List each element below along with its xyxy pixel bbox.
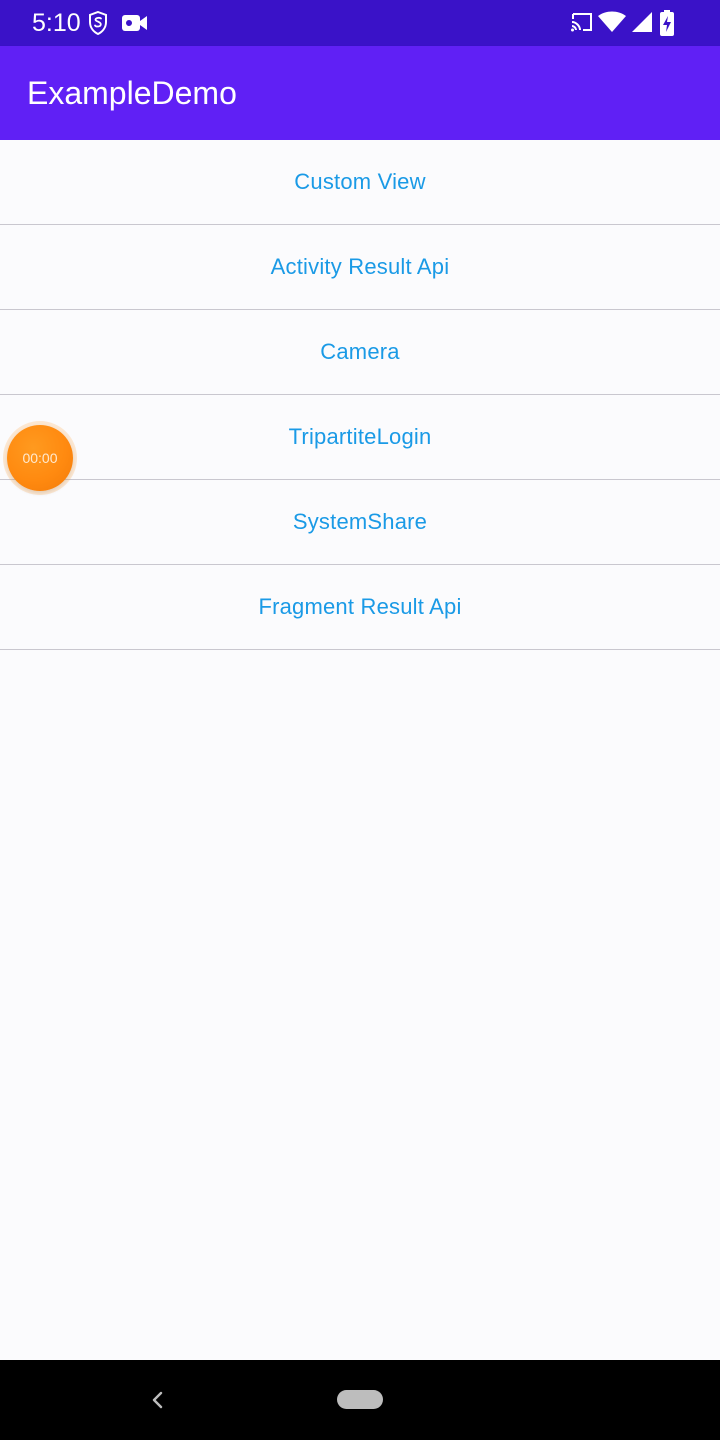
- menu-item-tripartite-login[interactable]: TripartiteLogin: [0, 395, 720, 480]
- menu-item-label: Fragment Result Api: [258, 594, 462, 619]
- status-bar: 5:10: [0, 0, 720, 46]
- menu-item-activity-result-api[interactable]: Activity Result Api: [0, 225, 720, 310]
- home-pill-icon[interactable]: [337, 1390, 383, 1409]
- app-bar: ExampleDemo: [0, 46, 720, 140]
- menu-list: Custom View Activity Result Api Camera T…: [0, 140, 720, 650]
- menu-item-label: Custom View: [294, 169, 426, 194]
- menu-item-label: SystemShare: [292, 509, 428, 534]
- navigation-bar: [0, 1360, 720, 1440]
- battery-charging-icon: [660, 10, 674, 36]
- menu-item-system-share[interactable]: SystemShare: [0, 480, 720, 565]
- s-shield-icon: [89, 11, 107, 35]
- cast-icon: [571, 13, 592, 32]
- menu-item-label: Camera: [320, 339, 400, 364]
- menu-item-label: TripartiteLogin: [288, 424, 432, 449]
- wifi-icon: [598, 11, 626, 32]
- screen-recorder-bubble[interactable]: 00:00: [7, 425, 73, 491]
- menu-item-fragment-result-api[interactable]: Fragment Result Api: [0, 565, 720, 650]
- menu-item-camera[interactable]: Camera: [0, 310, 720, 395]
- back-icon[interactable]: [148, 1388, 168, 1412]
- screen: 5:10 ExampleDemo Custom View Activity Re…: [0, 0, 720, 1440]
- video-camera-icon: [122, 15, 147, 31]
- menu-item-custom-view[interactable]: Custom View: [0, 140, 720, 225]
- recorder-timer: 00:00: [22, 450, 58, 466]
- status-time: 5:10: [32, 9, 81, 37]
- signal-icon: [632, 12, 652, 32]
- app-title: ExampleDemo: [27, 75, 237, 111]
- menu-item-label: Activity Result Api: [270, 254, 450, 279]
